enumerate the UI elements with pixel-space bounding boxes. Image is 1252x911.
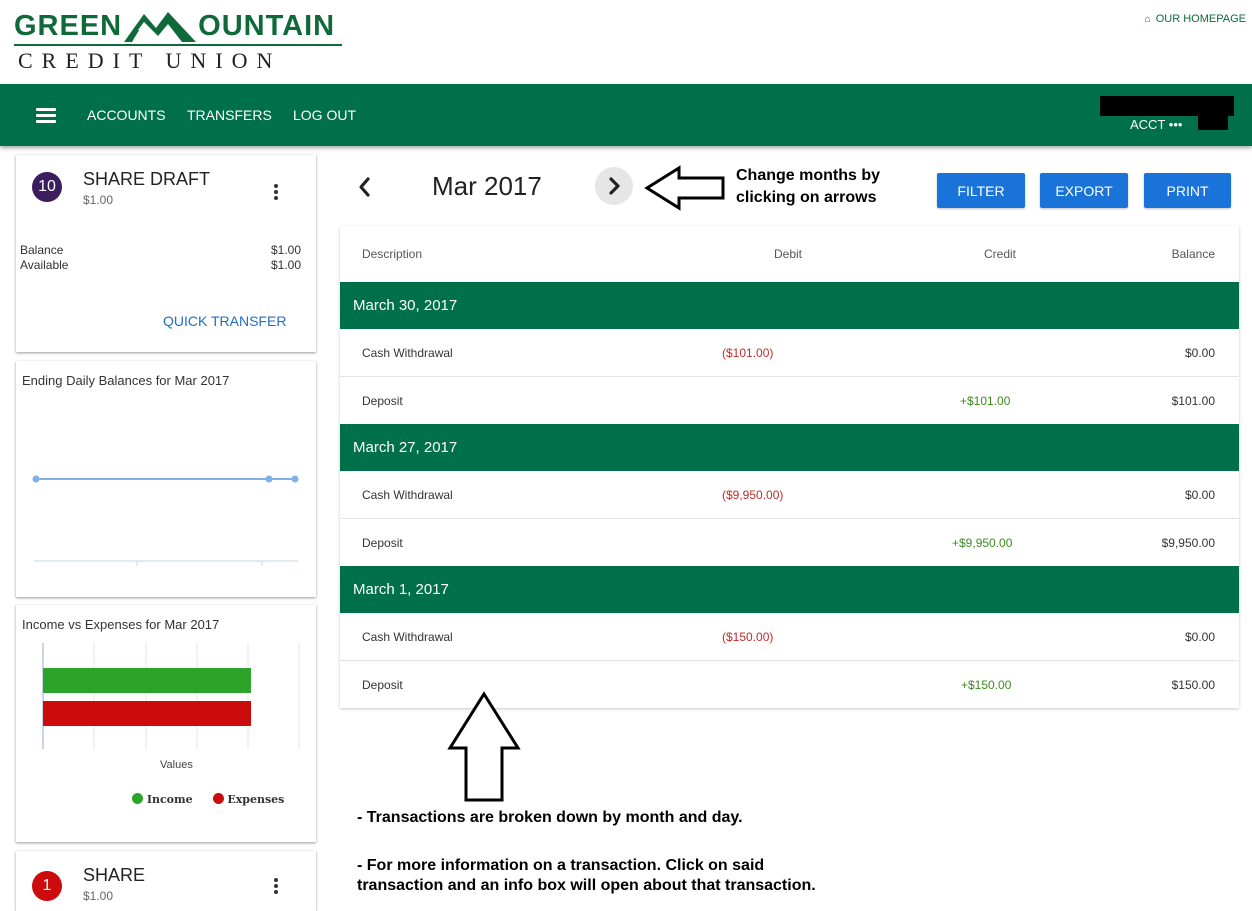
date-group-label: March 1, 2017 bbox=[353, 581, 449, 598]
row-balance: $9,950.00 bbox=[1161, 536, 1215, 550]
account-card-share[interactable]: 1 SHARE $1.00 bbox=[16, 851, 316, 911]
annotation-up-arrow-icon bbox=[447, 691, 521, 802]
income-axis-label: Values bbox=[160, 759, 193, 771]
brand-word-ountain: OUNTAIN bbox=[198, 10, 336, 42]
more-options-icon[interactable] bbox=[271, 878, 281, 896]
balance-value: $1.00 bbox=[270, 243, 301, 257]
row-description: Cash Withdrawal bbox=[362, 346, 453, 360]
table-row[interactable]: Cash Withdrawal ($9,950.00) $0.00 bbox=[340, 471, 1239, 519]
table-header: Description Debit Credit Balance bbox=[340, 226, 1239, 282]
nav-transfers[interactable]: TRANSFERS bbox=[187, 107, 272, 123]
date-group-label: March 30, 2017 bbox=[353, 297, 458, 314]
date-group-header: March 27, 2017 bbox=[340, 424, 1239, 471]
table-row[interactable]: Deposit +$101.00 $101.00 bbox=[340, 377, 1239, 425]
row-debit: ($9,950.00) bbox=[722, 488, 784, 502]
home-icon: ⌂ bbox=[1144, 14, 1151, 25]
account-card-share-draft[interactable]: 10 SHARE DRAFT $1.00 Balance $1.00 Avail… bbox=[16, 155, 316, 352]
more-options-icon[interactable] bbox=[271, 184, 281, 202]
annotation-arrows-line1: Change months by bbox=[736, 167, 881, 184]
account-amount: $1.00 bbox=[83, 193, 114, 207]
homepage-link-label: OUR HOMEPAGE bbox=[1155, 13, 1246, 25]
nav-accounts[interactable]: ACCOUNTS bbox=[87, 107, 166, 123]
row-balance: $0.00 bbox=[1184, 346, 1215, 360]
export-button[interactable]: EXPORT bbox=[1040, 173, 1128, 208]
balances-line-chart bbox=[32, 475, 299, 566]
income-expenses-chart-card: Income vs Expenses for Mar 2017 Values I… bbox=[16, 605, 316, 842]
account-menu[interactable]: ACCT ••• bbox=[1130, 117, 1182, 132]
date-group-header: March 30, 2017 bbox=[340, 282, 1239, 329]
table-row[interactable]: Deposit +$9,950.00 $9,950.00 bbox=[340, 519, 1239, 567]
expenses-bar bbox=[43, 701, 251, 726]
mountain-logo-icon bbox=[124, 12, 197, 42]
header-balance: Balance bbox=[1171, 247, 1215, 261]
next-month-arrow-icon bbox=[609, 177, 620, 195]
date-group-header: March 1, 2017 bbox=[340, 566, 1239, 613]
income-expenses-bar-chart bbox=[42, 643, 300, 749]
transactions-table: Description Debit Credit Balance March 3… bbox=[340, 226, 1239, 708]
row-balance: $0.00 bbox=[1184, 630, 1215, 644]
row-description: Cash Withdrawal bbox=[362, 630, 453, 644]
row-debit: ($150.00) bbox=[722, 630, 774, 644]
legend-expenses-dot bbox=[212, 793, 224, 804]
header-credit: Credit bbox=[984, 247, 1017, 261]
row-description: Deposit bbox=[362, 394, 403, 408]
credit-union-logo: GREEN OUNTAIN CREDIT UNION bbox=[14, 8, 344, 78]
account-badge: 1 bbox=[32, 871, 62, 901]
balance-point bbox=[291, 475, 299, 483]
income-bar bbox=[43, 668, 251, 693]
redacted-block bbox=[1100, 96, 1234, 116]
balance-point bbox=[32, 475, 40, 483]
top-navbar: ACCOUNTS TRANSFERS LOG OUT ACCT ••• bbox=[0, 84, 1252, 146]
legend-expenses-label: Expenses bbox=[227, 793, 285, 806]
brand-subtitle: CREDIT UNION bbox=[18, 48, 282, 73]
available-value: $1.00 bbox=[270, 258, 301, 272]
table-row[interactable]: Cash Withdrawal ($101.00) $0.00 bbox=[340, 329, 1239, 377]
logo-divider bbox=[14, 44, 342, 46]
nav-logout[interactable]: LOG OUT bbox=[293, 107, 356, 123]
homepage-link[interactable]: ⌂ OUR HOMEPAGE bbox=[1145, 13, 1246, 25]
annotation-arrows-line2: clicking on arrows bbox=[736, 189, 877, 206]
annotation-left-arrow-icon bbox=[644, 165, 725, 211]
balance-label: Balance bbox=[20, 243, 64, 257]
redacted-block bbox=[1198, 114, 1228, 130]
row-credit: +$9,950.00 bbox=[952, 536, 1013, 550]
prev-month-arrow-icon[interactable] bbox=[356, 176, 372, 198]
row-credit: +$101.00 bbox=[960, 394, 1011, 408]
annotation-note-2-line2: transaction and an info box will open ab… bbox=[357, 877, 816, 894]
legend-income-dot bbox=[132, 793, 143, 804]
filter-button[interactable]: FILTER bbox=[937, 173, 1025, 208]
brand-word-green: GREEN bbox=[14, 10, 123, 42]
brand-wordmark: GREEN OUNTAIN bbox=[14, 10, 335, 43]
balance-point bbox=[265, 475, 273, 483]
quick-transfer-link[interactable]: QUICK TRANSFER bbox=[163, 313, 286, 329]
table-row[interactable]: Cash Withdrawal ($150.00) $0.00 bbox=[340, 613, 1239, 661]
header-debit: Debit bbox=[774, 247, 803, 261]
next-month-button[interactable] bbox=[595, 167, 633, 205]
print-button[interactable]: PRINT bbox=[1144, 173, 1231, 208]
account-badge: 10 bbox=[32, 172, 62, 202]
account-amount: $1.00 bbox=[83, 889, 114, 903]
row-description: Cash Withdrawal bbox=[362, 488, 453, 502]
row-credit: +$150.00 bbox=[961, 678, 1012, 692]
available-label: Available bbox=[20, 258, 69, 272]
account-name: SHARE bbox=[83, 865, 146, 885]
hamburger-menu-icon[interactable] bbox=[36, 108, 56, 123]
row-description: Deposit bbox=[362, 536, 403, 550]
row-description: Deposit bbox=[362, 678, 403, 692]
row-debit: ($101.00) bbox=[722, 346, 774, 360]
row-balance: $150.00 bbox=[1171, 678, 1215, 692]
balances-chart-card: Ending Daily Balances for Mar 2017 bbox=[16, 361, 316, 597]
row-balance: $101.00 bbox=[1171, 394, 1215, 408]
account-name: SHARE DRAFT bbox=[83, 169, 211, 189]
header-description: Description bbox=[362, 247, 423, 261]
current-month-label: Mar 2017 bbox=[432, 171, 542, 201]
row-balance: $0.00 bbox=[1184, 488, 1215, 502]
date-group-label: March 27, 2017 bbox=[353, 439, 458, 456]
income-chart-legend: Income Expenses bbox=[132, 793, 284, 806]
legend-income-label: Income bbox=[146, 793, 193, 806]
annotation-note-1: - Transactions are broken down by month … bbox=[357, 809, 743, 826]
annotation-note-2-line1: - For more information on a transaction.… bbox=[357, 857, 765, 874]
